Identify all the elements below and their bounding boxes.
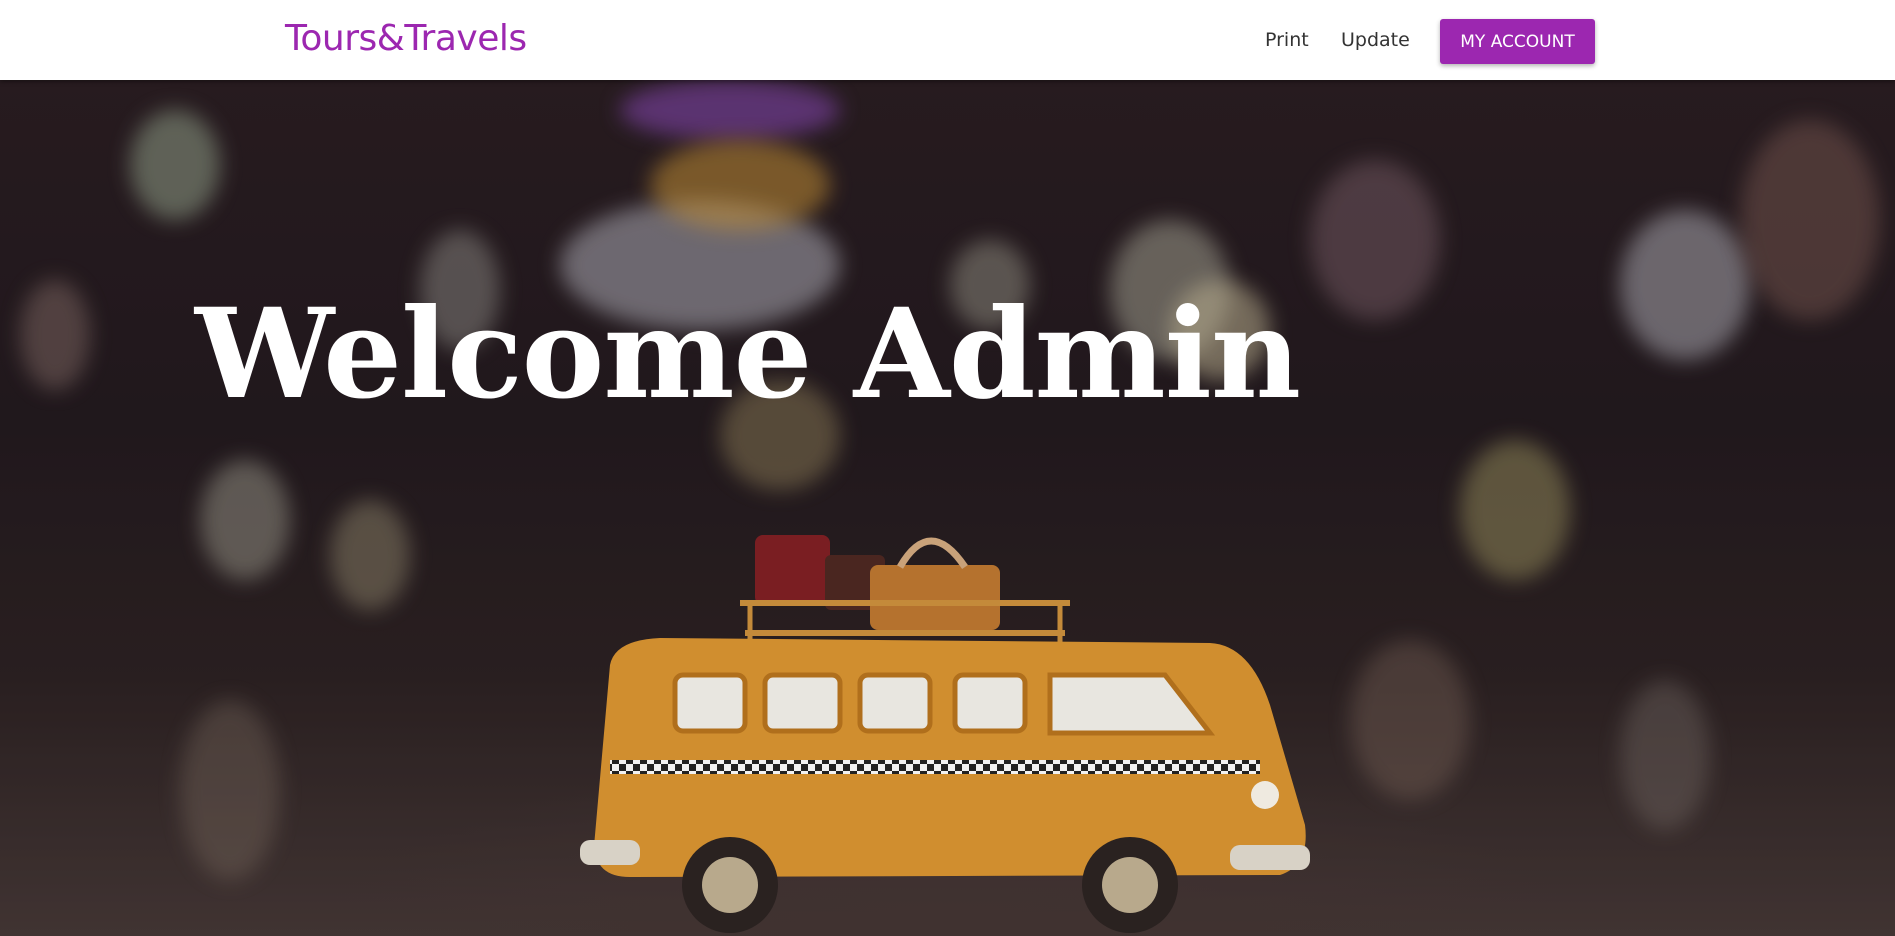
toy-bus-image <box>580 535 1310 933</box>
my-account-button[interactable]: MY ACCOUNT <box>1440 19 1595 64</box>
nav-update-link[interactable]: Update <box>1341 29 1410 51</box>
top-navbar: Tours&Travels Print Update MY ACCOUNT <box>0 0 1895 80</box>
nav-print-link[interactable]: Print <box>1265 29 1309 51</box>
brand-logo[interactable]: Tours&Travels <box>285 18 527 59</box>
welcome-heading: Welcome Admin <box>195 282 1301 427</box>
hero-banner: Welcome Admin <box>0 80 1895 936</box>
